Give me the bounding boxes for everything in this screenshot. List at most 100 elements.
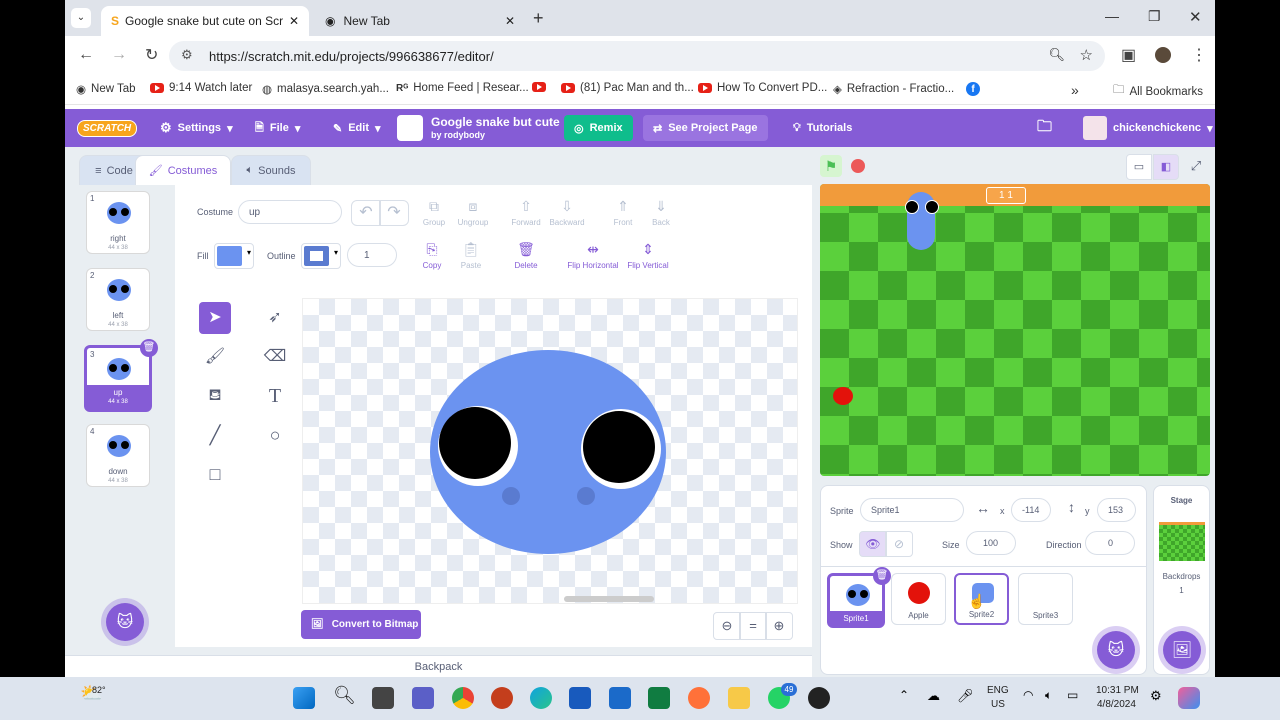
eraser-tool[interactable]: ⌫ [259, 341, 291, 373]
word-icon[interactable] [569, 687, 591, 709]
outline-width-field[interactable]: 1 [347, 243, 397, 267]
fill-tool[interactable]: ⛾ [199, 380, 231, 412]
costume-item[interactable]: 2 left 44 x 38 [86, 268, 150, 331]
costume-item[interactable]: 4 down 44 x 38 [86, 424, 150, 487]
costume-name-field[interactable]: up [238, 200, 342, 224]
costume-item[interactable]: 1 right 44 x 38 [86, 191, 150, 254]
outline-color-picker[interactable]: ▾ [301, 243, 341, 269]
forward-icon[interactable]: → [111, 46, 127, 64]
forward-button[interactable]: ⇧ Forward [506, 198, 546, 227]
teams-icon[interactable] [412, 687, 434, 709]
flip-vertical-button[interactable]: ⇕ Flip Vertical [623, 241, 673, 270]
star-icon[interactable]: ☆ [1080, 46, 1093, 64]
copy-button[interactable]: ⎘ Copy [412, 241, 452, 270]
x-field[interactable]: -114 [1011, 498, 1051, 522]
chevron-up-icon[interactable]: ⌃ [899, 688, 909, 702]
file-explorer-icon[interactable] [728, 687, 750, 709]
bookmark-pacman[interactable]: (81) Pac Man and th... [561, 82, 694, 94]
onedrive-icon[interactable]: ☁ [927, 688, 940, 704]
close-icon[interactable]: ✕ [283, 14, 299, 28]
close-icon[interactable]: ✕ [505, 14, 515, 28]
delete-costume-icon[interactable]: 🗑︎ [140, 339, 158, 357]
file-menu[interactable]: 🗎 File ▾ [255, 109, 300, 147]
zoom-in-button[interactable]: ⊕ [765, 612, 793, 640]
reshape-tool[interactable]: ➶ [259, 302, 291, 334]
all-bookmarks[interactable]: 🗀 All Bookmarks [1113, 82, 1203, 101]
microphone-icon[interactable]: 🎤︎ [957, 688, 974, 704]
choose-sprite-button[interactable]: 🐱︎ [1097, 631, 1135, 669]
user-menu[interactable]: chickenchickenc ▾ [1083, 109, 1213, 147]
stage[interactable]: 1 1 [820, 184, 1210, 476]
delete-sprite-icon[interactable]: 🗑︎ [873, 567, 891, 585]
side-panel-icon[interactable]: ▣ [1121, 45, 1136, 65]
paste-button[interactable]: 📋︎ Paste [451, 241, 491, 270]
convert-to-bitmap-button[interactable]: 🖼︎ Convert to Bitmap [301, 610, 421, 639]
delete-button[interactable]: 🗑︎ Delete [506, 241, 546, 270]
choose-costume-button[interactable]: 🐱︎ [106, 603, 144, 641]
edit-menu[interactable]: ✎ Edit ▾ [333, 109, 381, 147]
show-hidden-button[interactable]: ⊘ [885, 531, 913, 557]
remix-button[interactable]: ◎ Remix [564, 115, 633, 141]
show-visible-button[interactable]: 👁︎ [859, 531, 887, 557]
reload-icon[interactable]: ↻ [145, 45, 158, 65]
settings-menu[interactable]: ⚙ Settings ▾ [160, 109, 233, 147]
direction-field[interactable]: 0 [1085, 531, 1135, 555]
tab-scratch[interactable]: S Google snake but cute on Scrat ✕ [101, 6, 309, 36]
menu-icon[interactable]: ⋮ [1191, 45, 1207, 65]
profile-avatar[interactable] [1155, 47, 1171, 63]
backpack[interactable]: Backpack [65, 655, 812, 678]
zoom-reset-button[interactable]: = [739, 612, 767, 640]
group-button[interactable]: ⧉ Group [414, 198, 454, 227]
notification-icon[interactable]: ⚙ [1150, 688, 1162, 704]
brush-tool[interactable]: 🖌︎ [199, 341, 231, 373]
sprite-tile[interactable]: Sprite3 [1018, 573, 1073, 625]
zoom-out-button[interactable]: ⊖ [713, 612, 741, 640]
tab-costumes[interactable]: 🖌︎ Costumes [135, 155, 231, 185]
volume-icon[interactable]: 🔈︎ [1045, 688, 1052, 703]
excel-icon[interactable] [648, 687, 670, 709]
chrome-icon[interactable] [452, 687, 474, 709]
back-button[interactable]: ⇓ Back [641, 198, 681, 227]
edge-icon[interactable] [530, 687, 552, 709]
size-field[interactable]: 100 [966, 531, 1016, 555]
tutorials-button[interactable]: 💡︎ Tutorials [793, 109, 852, 147]
bookmark-new-tab[interactable]: ◉ New Tab [76, 82, 136, 96]
bookmark-malasya[interactable]: ◍ malasya.search.yah... [262, 82, 389, 96]
firefox-icon[interactable] [688, 687, 710, 709]
backward-button[interactable]: ⇩ Backward [547, 198, 587, 227]
restore-icon[interactable]: ❐ [1148, 8, 1161, 25]
ungroup-button[interactable]: ⧈ Ungroup [453, 198, 493, 227]
see-project-page-button[interactable]: ⇄ See Project Page [643, 115, 768, 141]
new-tab-button[interactable]: + [533, 8, 544, 29]
costume-item-selected[interactable]: 3 up 44 x 38 🗑︎ [84, 339, 158, 412]
stop-button[interactable] [851, 159, 865, 173]
y-field[interactable]: 153 [1097, 498, 1136, 522]
zoom-icon[interactable]: 🔍︎ [1048, 47, 1065, 63]
select-tool[interactable]: ➤ [199, 302, 231, 334]
fill-color-picker[interactable]: ▾ [214, 243, 254, 269]
tab-search-button[interactable]: ⌄ [71, 8, 91, 28]
bookmark-convert[interactable]: How To Convert PD... [698, 82, 827, 94]
task-view-icon[interactable] [372, 687, 394, 709]
powerpoint-icon[interactable] [491, 687, 513, 709]
store-icon[interactable] [609, 687, 631, 709]
scratch-logo[interactable]: SCRATCH [77, 109, 138, 147]
my-stuff-folder-icon[interactable]: 🗀 [1037, 109, 1052, 147]
circle-tool[interactable]: ○ [259, 419, 291, 451]
url-field[interactable]: ⚙ https://scratch.mit.edu/projects/99663… [169, 41, 1105, 71]
bookmark-refraction[interactable]: ◈ Refraction - Fractio... [833, 82, 954, 96]
sprite-tile-hover[interactable]: Sprite2 ☝ [954, 573, 1009, 625]
clock-time[interactable]: 10:31 PM [1096, 685, 1139, 696]
wifi-icon[interactable]: ◠ [1023, 688, 1033, 702]
more-bookmarks-icon[interactable]: » [1071, 82, 1079, 98]
line-tool[interactable]: ╱ [199, 419, 231, 451]
bookmark-research[interactable]: Rᴳ Home Feed | Resear... [396, 82, 529, 94]
front-button[interactable]: ⇑ Front [603, 198, 643, 227]
redo-button[interactable]: ↷ [379, 200, 409, 226]
bookmark-watch-later[interactable]: 9:14 Watch later [150, 82, 252, 94]
bookmark-facebook[interactable]: f [966, 82, 980, 96]
tab-new-tab[interactable]: ◉ New Tab ✕ [315, 6, 525, 36]
rectangle-tool[interactable]: □ [199, 458, 231, 490]
sprite-tile-selected[interactable]: Sprite1 🗑︎ [827, 567, 891, 628]
obs-icon[interactable] [808, 687, 830, 709]
